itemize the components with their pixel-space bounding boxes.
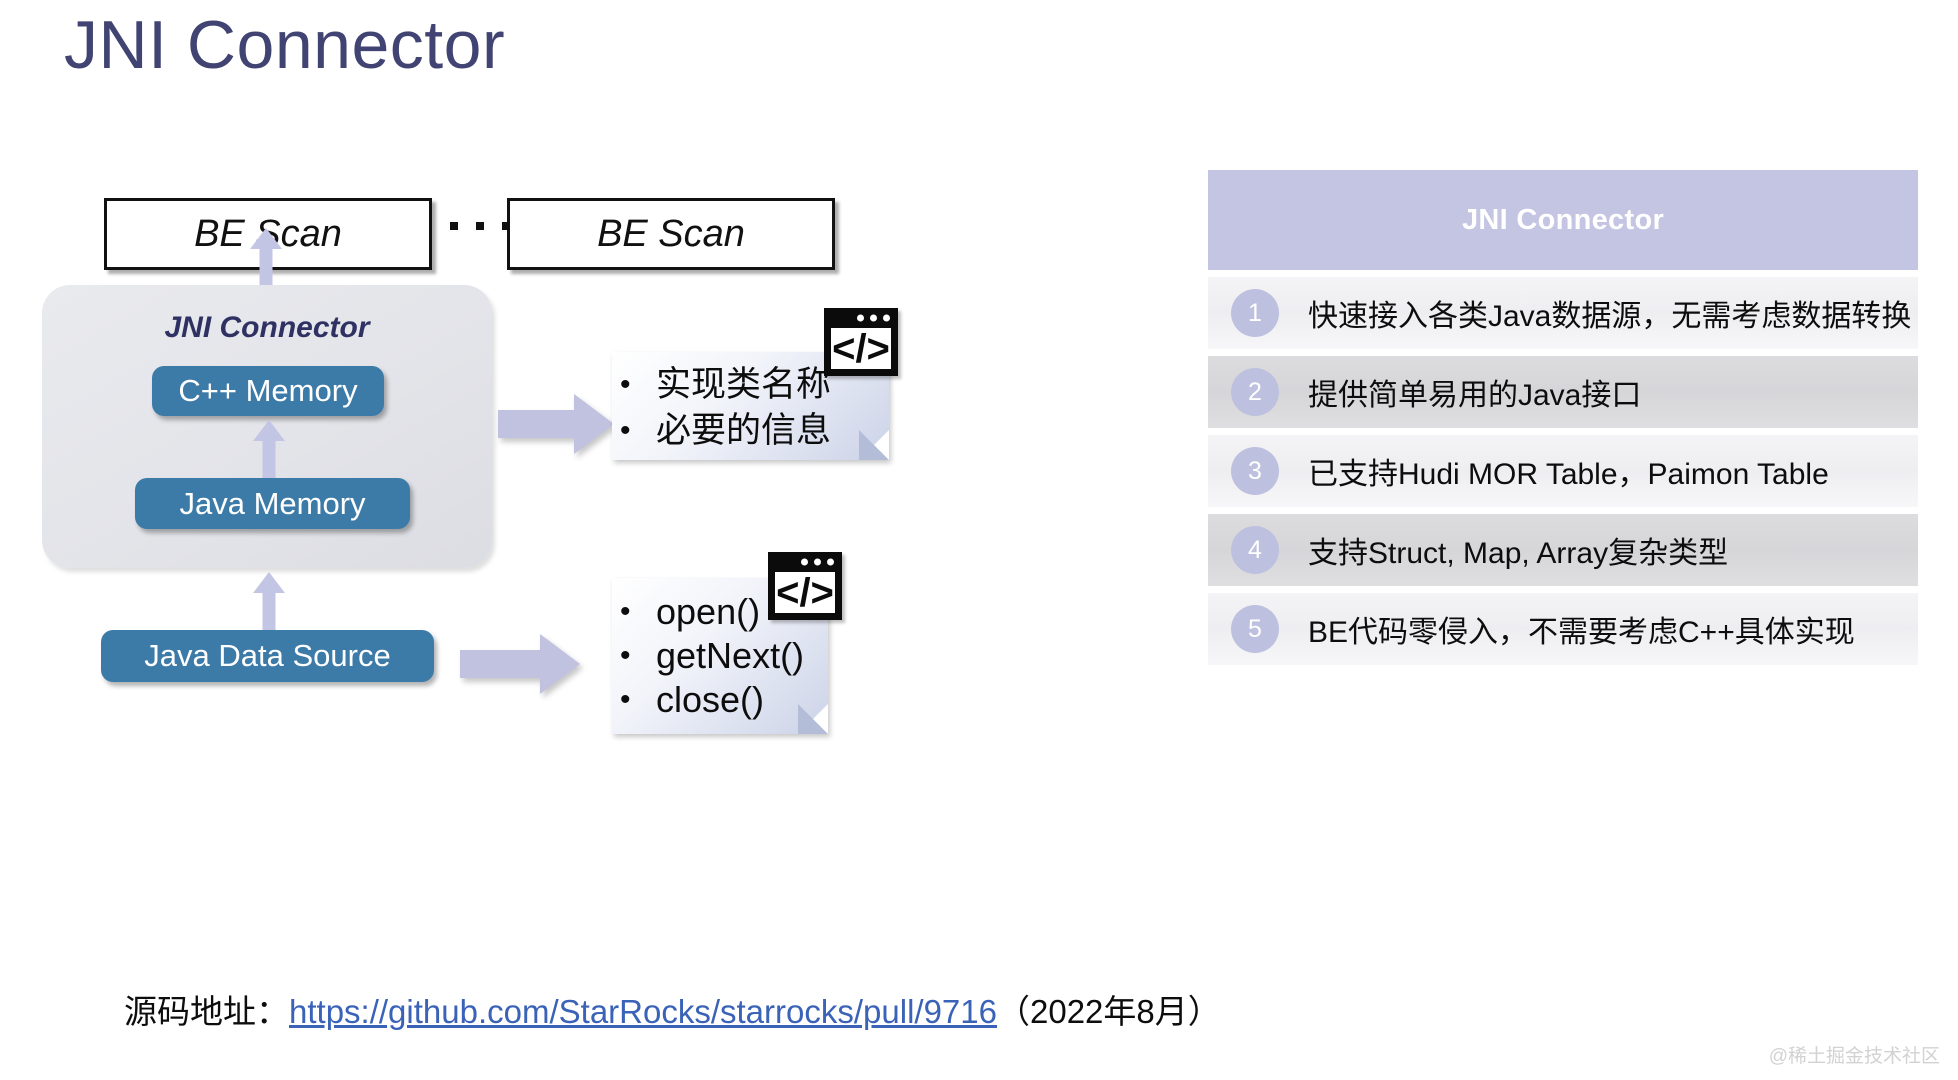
- arrow-data-source-to-java-memory-icon: [252, 572, 286, 630]
- watermark: @稀土掘金技术社区: [1768, 1046, 1940, 1067]
- table-row: 2 提供简单易用的Java接口: [1208, 356, 1918, 428]
- source-code-link[interactable]: https://github.com/StarRocks/starrocks/p…: [289, 993, 997, 1030]
- features-panel-header: JNI Connector: [1208, 170, 1918, 270]
- table-row: 3 已支持Hudi MOR Table，Paimon Table: [1208, 435, 1918, 507]
- code-window-icon: </>: [824, 308, 898, 376]
- be-scan-box-right: BE Scan: [507, 198, 835, 270]
- arrow-up-to-be-scan-icon: [249, 228, 283, 286]
- table-row: 1 快速接入各类Java数据源，无需考虑数据转换: [1208, 277, 1918, 349]
- note-fold-shadow: [798, 704, 828, 734]
- list-item: close(): [612, 678, 828, 722]
- code-glyph: </>: [775, 570, 835, 615]
- table-row: 4 支持Struct, Map, Array复杂类型: [1208, 514, 1918, 586]
- architecture-diagram: BE Scan BE Scan JNI Connector C++ Memory…: [0, 0, 1180, 1080]
- features-panel: JNI Connector 1 快速接入各类Java数据源，无需考虑数据转换 2…: [1208, 170, 1918, 665]
- arrow-right-to-note-2-icon: [460, 634, 580, 694]
- feature-text: 已支持Hudi MOR Table，Paimon Table: [1308, 458, 1829, 491]
- arrow-right-to-note-1-icon: [498, 394, 614, 454]
- table-row: 5 BE代码零侵入，不需要考虑C++具体实现: [1208, 593, 1918, 665]
- feature-text: BE代码零侵入，不需要考虑C++具体实现: [1308, 616, 1855, 649]
- source-label: 源码地址：: [124, 993, 289, 1030]
- arrow-java-memory-to-cpp-memory-icon: [252, 420, 286, 478]
- java-data-source-box: Java Data Source: [101, 630, 434, 682]
- note-fold-shadow: [859, 430, 889, 460]
- ellipsis-icon: [450, 222, 510, 230]
- status-badge: 3: [1231, 447, 1279, 495]
- status-badge: 5: [1231, 605, 1279, 653]
- jni-connector-container-label: JNI Connector: [164, 311, 370, 344]
- list-item: getNext(): [612, 634, 828, 678]
- list-item: 必要的信息: [612, 408, 889, 454]
- source-link-line: 源码地址：https://github.com/StarRocks/starro…: [124, 985, 1221, 1033]
- status-badge: 2: [1231, 368, 1279, 416]
- feature-text: 提供简单易用的Java接口: [1308, 379, 1642, 412]
- status-badge: 4: [1231, 526, 1279, 574]
- cpp-memory-box: C++ Memory: [152, 366, 384, 416]
- feature-text: 快速接入各类Java数据源，无需考虑数据转换: [1308, 300, 1912, 333]
- java-memory-box: Java Memory: [135, 478, 410, 529]
- code-glyph: </>: [831, 326, 891, 371]
- feature-text: 支持Struct, Map, Array复杂类型: [1308, 537, 1729, 570]
- source-date: （2022年8月）: [997, 993, 1221, 1030]
- status-badge: 1: [1231, 289, 1279, 337]
- code-window-icon: </>: [768, 552, 842, 620]
